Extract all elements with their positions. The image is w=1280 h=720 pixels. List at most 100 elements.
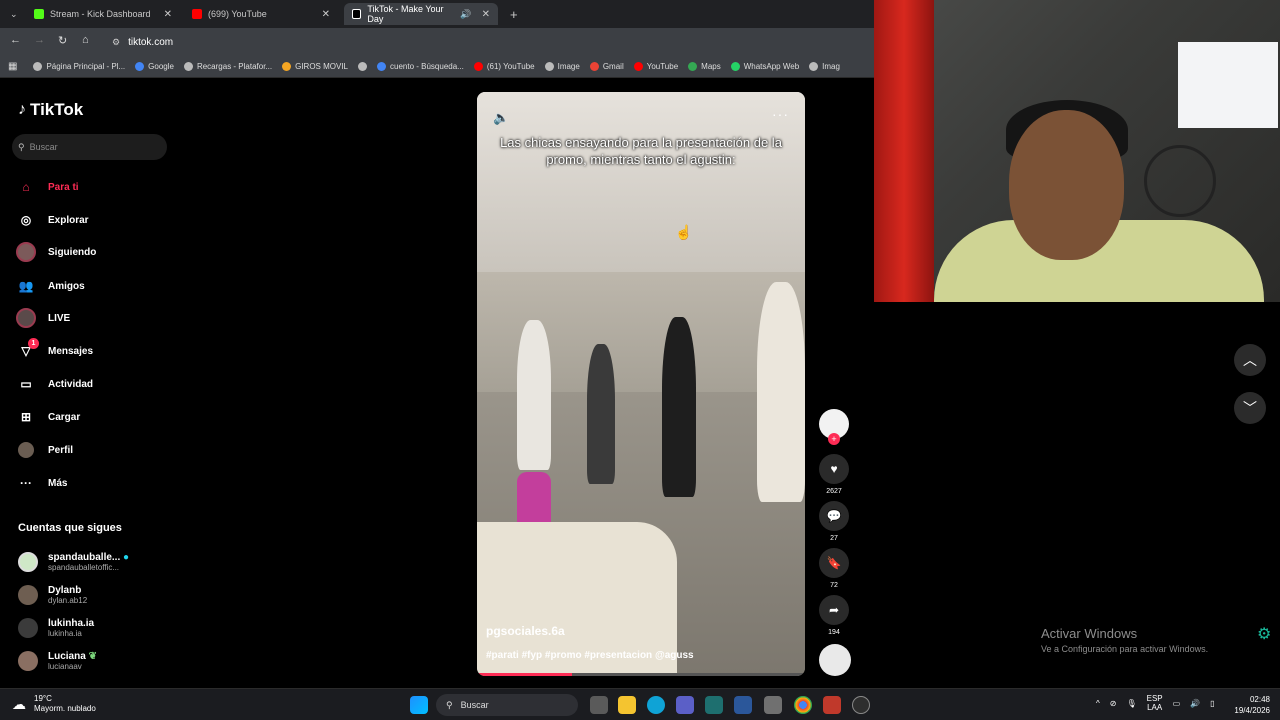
settings-gear-icon[interactable]: ⚙ (1257, 624, 1271, 644)
comment-icon: 💬 (819, 501, 849, 531)
nav-para-ti[interactable]: ⌂ Para ti (18, 177, 78, 197)
nav-explorar[interactable]: ◎ Explorar (18, 210, 89, 230)
nav-mensajes[interactable]: ▽ 1 Mensajes (18, 338, 93, 361)
profile-icon (18, 442, 34, 458)
nav-actividad[interactable]: ▭ Actividad (18, 374, 93, 394)
reload-icon[interactable]: ↻ (58, 34, 67, 47)
following-account[interactable]: Luciana ❦ lucianaav (18, 651, 97, 671)
app-icon[interactable] (852, 696, 870, 714)
bookmark-item[interactable]: Gmail (589, 62, 624, 71)
music-disc-button[interactable] (819, 644, 851, 676)
close-icon[interactable]: ✕ (482, 9, 490, 20)
save-button[interactable]: 🔖 72 (819, 548, 849, 589)
word-icon[interactable] (734, 696, 752, 714)
bookmark-item[interactable] (358, 62, 368, 71)
task-view-icon[interactable] (590, 696, 608, 714)
like-count: 2627 (826, 488, 842, 495)
tab-tiktok[interactable]: TikTok - Make Your Day 🔊 ✕ (344, 3, 498, 25)
settings-icon[interactable] (764, 696, 782, 714)
video-figure (757, 282, 805, 502)
address-bar[interactable]: ⚙ tiktok.com (104, 32, 869, 52)
creator-avatar-button[interactable]: + (819, 409, 849, 445)
messages-badge: 1 (28, 338, 39, 349)
nav-siguiendo[interactable]: Siguiendo (16, 242, 96, 262)
windows-start-icon[interactable] (410, 696, 428, 714)
nav-live[interactable]: LIVE (16, 308, 70, 328)
following-account[interactable]: Dylanb dylan.ab12 (18, 585, 87, 605)
taskbar-search[interactable]: ⚲ Buscar (436, 694, 578, 716)
video-progress-bar[interactable] (477, 673, 805, 676)
bookmark-item[interactable]: YouTube (633, 62, 678, 71)
speaker-icon[interactable]: 🔊 (460, 9, 471, 20)
app-icon[interactable] (705, 696, 723, 714)
account-handle: spandauballetoffic... (48, 563, 120, 572)
volume-icon[interactable]: 🔈 (493, 110, 509, 126)
edge-icon[interactable] (647, 696, 665, 714)
video-author[interactable]: pgsociales.6a (486, 624, 565, 638)
bookmark-item[interactable]: Recargas - Platafor... (183, 62, 272, 71)
app-icon[interactable] (676, 696, 694, 714)
search-icon: ⚲ (18, 141, 25, 152)
file-explorer-icon[interactable] (618, 696, 636, 714)
tiktok-logo[interactable]: ♪ TikTok (18, 100, 83, 120)
microphone-icon[interactable]: 🎙 (1126, 699, 1136, 708)
bookmark-icon (33, 62, 43, 71)
activate-windows-watermark: Activar Windows Ve a Configuración para … (1041, 626, 1209, 654)
close-icon[interactable]: ✕ (164, 9, 172, 20)
forward-icon[interactable]: → (34, 34, 45, 46)
webcam-fan (1144, 145, 1216, 217)
new-tab-button[interactable]: + (502, 3, 524, 25)
bookmark-item[interactable]: GIROS MOVIL (282, 62, 348, 71)
site-info-icon[interactable]: ⚙ (112, 37, 120, 48)
app-icon[interactable] (823, 696, 841, 714)
tab-kick[interactable]: Stream - Kick Dashboard ✕ (26, 3, 180, 25)
speaker-icon[interactable]: 🔊 (1190, 699, 1200, 708)
video-hashtags[interactable]: #parati #fyp #promo #presentacion @aguss (486, 650, 694, 661)
account-name: lukinha.ia (48, 618, 95, 629)
close-icon[interactable]: ✕ (322, 9, 330, 20)
webcam-curtain (874, 0, 934, 302)
webcam-window (1178, 42, 1278, 128)
previous-video-button[interactable]: ︿ (1234, 344, 1266, 376)
battery-icon[interactable]: ▯ (1210, 699, 1214, 708)
chrome-icon[interactable] (794, 696, 812, 714)
like-button[interactable]: ♥ 2627 (819, 454, 849, 495)
following-account[interactable]: spandauballe... ● spandauballetoffic... (18, 552, 129, 572)
bookmark-item[interactable]: WhatsApp Web (730, 62, 799, 71)
more-options-icon[interactable]: ··· (772, 106, 789, 122)
comment-button[interactable]: 💬 27 (819, 501, 849, 542)
network-off-icon[interactable]: ⊘ (1110, 699, 1117, 708)
bookmark-item[interactable]: Image (544, 62, 580, 71)
video-player[interactable]: 🔈 ··· Las chicas ensayando para la prese… (477, 92, 805, 676)
next-video-button[interactable]: ﹀ (1234, 392, 1266, 424)
account-handle: lukinha.ia (48, 629, 82, 638)
display-icon[interactable]: ▭ (1173, 699, 1181, 708)
weather-widget[interactable]: ☁ 19°C Mayorm. nublado (12, 694, 96, 714)
nav-cargar[interactable]: ⊞ Cargar (18, 407, 80, 427)
taskbar-clock[interactable]: 02:48 19/4/2026 (1224, 694, 1270, 716)
avatar (18, 585, 38, 605)
bookmark-item[interactable]: Google (135, 62, 174, 71)
nav-perfil[interactable]: Perfil (18, 440, 73, 460)
following-account[interactable]: lukinha.ia lukinha.ia (18, 618, 94, 638)
search-input[interactable]: ⚲ Buscar (12, 134, 167, 160)
nav-mas[interactable]: ··· Más (18, 473, 67, 493)
chevron-down-icon: ⌄ (10, 8, 18, 19)
chevron-up-icon[interactable]: ^ (1096, 699, 1100, 708)
share-button[interactable]: ➦ 194 (819, 595, 849, 636)
bookmark-item[interactable]: Página Principal - Pl... (33, 62, 125, 71)
bookmark-item[interactable]: Imag (809, 62, 840, 71)
back-icon[interactable]: ← (10, 34, 21, 46)
maps-icon (688, 62, 698, 71)
bookmark-icon (282, 62, 292, 71)
apps-grid-icon[interactable]: ▦ (8, 61, 17, 72)
bookmark-item[interactable]: cuento - Búsqueda... (377, 62, 464, 71)
bookmark-item[interactable]: Maps (688, 62, 721, 71)
home-icon[interactable]: ⌂ (82, 34, 89, 46)
tab-youtube[interactable]: (699) YouTube ✕ (184, 3, 338, 25)
tab-list-button[interactable]: ⌄ (2, 3, 24, 25)
nav-amigos[interactable]: 👥 Amigos (18, 276, 85, 296)
bookmark-item[interactable]: (61) YouTube (473, 62, 535, 71)
follow-plus-icon[interactable]: + (828, 433, 840, 445)
language-indicator[interactable]: ESP LAA (1147, 694, 1163, 712)
